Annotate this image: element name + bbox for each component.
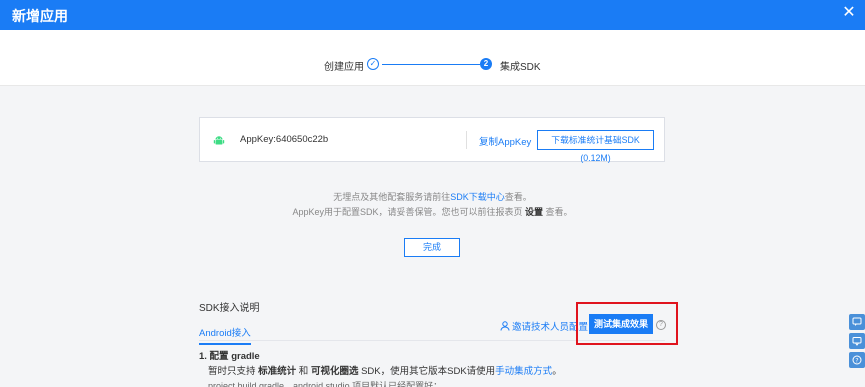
svg-text:?: ? xyxy=(855,358,858,365)
info-text: AppKey用于配置SDK，请妥善保管。您也可以前往报表页 xyxy=(292,207,525,217)
info-text: 查看。 xyxy=(504,192,532,202)
step-connector xyxy=(382,64,480,65)
info-text: 查看。 xyxy=(543,207,573,217)
done-button[interactable]: 完成 xyxy=(404,238,460,257)
side-chat-button[interactable] xyxy=(849,314,865,330)
step2-number: 2 xyxy=(480,58,492,70)
config-bold: 标准统计 xyxy=(258,366,297,377)
close-icon[interactable]: ✕ xyxy=(839,3,859,23)
appkey-box: AppKey:640650c22b 复制AppKey 下载标准统计基础SDK (… xyxy=(199,117,665,163)
config-text: 。 xyxy=(552,366,562,377)
config-text: SDK，使用其它版本SDK请使用 xyxy=(358,366,496,377)
step-progress: 创建应用 ✓ 2 集成SDK xyxy=(0,30,865,86)
config-text: 暂时只支持 xyxy=(208,366,259,377)
settings-text: 设置 xyxy=(525,207,544,217)
config-line-2: project build.gradle，android studio 项目默认… xyxy=(208,381,443,387)
sdk-download-center-link[interactable]: SDK下载中心 xyxy=(450,192,505,202)
manual-integration-link[interactable]: 手动集成方式 xyxy=(495,366,552,377)
info-line-1: 无埋点及其他配套服务请前往SDK下载中心查看。 xyxy=(0,190,865,203)
invite-tech-link[interactable]: 邀请技术人员配置 xyxy=(500,319,588,333)
copy-appkey-link[interactable]: 复制AppKey xyxy=(479,134,531,148)
side-message-button[interactable] xyxy=(849,333,865,349)
android-icon xyxy=(213,136,225,145)
info-line-2: AppKey用于配置SDK，请妥善保管。您也可以前往报表页 设置 查看。 xyxy=(0,205,865,218)
info-text: 无埋点及其他配套服务请前往 xyxy=(333,192,451,202)
sdk-section-title: SDK接入说明 xyxy=(199,303,260,314)
config-line-1: 暂时只支持 标准统计 和 可视化圈选 SDK，使用其它版本SDK请使用手动集成方… xyxy=(208,363,562,377)
dialog-header: 新增应用 ✕ xyxy=(0,0,865,30)
message-icon xyxy=(852,337,862,346)
config-gradle-title: 1. 配置 gradle xyxy=(199,351,260,362)
question-icon: ? xyxy=(852,355,862,365)
side-help-button[interactable]: ? xyxy=(849,352,865,368)
check-icon: ✓ xyxy=(367,58,379,70)
step2-label: 集成SDK xyxy=(500,62,541,73)
help-icon[interactable]: ? xyxy=(656,320,666,330)
tab-android[interactable]: Android接入 xyxy=(199,325,251,345)
download-sdk-button[interactable]: 下载标准统计基础SDK (0.12M) xyxy=(537,130,654,163)
chat-icon xyxy=(852,317,862,326)
config-text: 和 xyxy=(296,366,311,377)
appkey-value: AppKey:640650c22b xyxy=(240,134,329,145)
step1-label: 创建应用 xyxy=(324,62,364,73)
dialog-title: 新增应用 xyxy=(12,8,68,24)
config-bold: 可视化圈选 xyxy=(310,366,359,377)
divider xyxy=(466,131,467,149)
person-icon xyxy=(500,321,510,331)
